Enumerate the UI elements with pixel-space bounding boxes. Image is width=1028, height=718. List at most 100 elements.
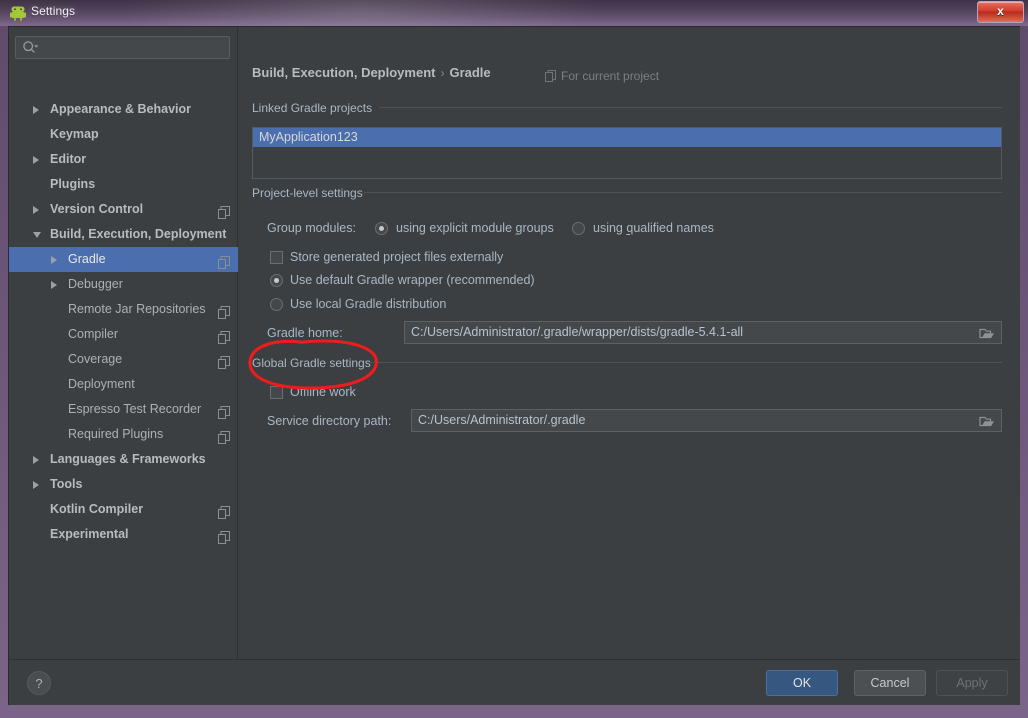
sidebar-item-editor[interactable]: Editor	[9, 147, 238, 172]
radio-default-gradle-wrapper[interactable]	[270, 274, 283, 287]
sidebar-item-keymap[interactable]: Keymap	[9, 122, 238, 147]
service-directory-label: Service directory path:	[267, 414, 392, 428]
chevron-right-icon[interactable]	[33, 456, 39, 464]
sidebar-item-label: Deployment	[68, 377, 135, 391]
close-icon[interactable]: x	[977, 1, 1024, 23]
window-title: Settings	[31, 4, 76, 18]
label-part-pre: using	[593, 221, 627, 235]
project-badge-icon	[218, 253, 230, 269]
chevron-right-icon[interactable]	[33, 481, 39, 489]
sidebar-item-coverage[interactable]: Coverage	[9, 347, 238, 372]
sidebar-item-label: Required Plugins	[68, 427, 164, 441]
sidebar-item-label: Remote Jar Repositories	[68, 302, 206, 316]
sidebar-item-label: Coverage	[68, 352, 123, 366]
gradle-home-value: C:/Users/Administrator/.gradle/wrapper/d…	[411, 325, 744, 339]
sidebar-item-espresso-test-recorder[interactable]: Espresso Test Recorder	[9, 397, 238, 422]
project-badge-icon	[218, 503, 230, 519]
label-using-qualified-names: using qualified names	[593, 221, 714, 235]
sidebar-item-label: Compiler	[68, 327, 119, 341]
project-badge-icon	[218, 303, 230, 319]
breadcrumb-separator: ›	[440, 66, 445, 80]
label-local-gradle-distribution: Use local Gradle distribution	[290, 297, 447, 311]
project-badge-icon	[218, 428, 230, 444]
sidebar-item-label: Version Control	[50, 202, 144, 216]
gradle-home-label: Gradle home:	[267, 326, 343, 340]
radio-using-qualified-names[interactable]	[572, 222, 585, 235]
project-badge-icon	[218, 403, 230, 419]
chevron-down-icon[interactable]	[33, 232, 41, 238]
for-current-project-label: For current project	[545, 69, 659, 85]
store-generated-files-checkbox[interactable]	[270, 251, 283, 264]
search-box	[15, 36, 230, 59]
settings-tree[interactable]: Appearance & Behavior Keymap Editor Plugins…	[9, 97, 238, 652]
project-level-rule	[364, 192, 1002, 193]
sidebar-item-gradle[interactable]: Gradle	[9, 247, 238, 272]
project-badge-icon	[218, 528, 230, 544]
sidebar-item-deployment[interactable]: Deployment	[9, 372, 238, 397]
window-frame: Settings x Appearance & Behavior Keymap …	[0, 0, 1028, 718]
dialog-body: Appearance & Behavior Keymap Editor Plugins…	[8, 26, 1020, 705]
label-part-post: ualified names	[633, 221, 714, 235]
project-badge-icon	[218, 328, 230, 344]
offline-work-label: Offline work	[290, 385, 356, 399]
settings-dialog-window: Settings x Appearance & Behavior Keymap …	[0, 0, 1028, 718]
linked-projects-list[interactable]: MyApplication123	[252, 127, 1002, 179]
chevron-right-icon[interactable]	[33, 206, 39, 214]
chevron-right-icon[interactable]	[51, 281, 57, 289]
label-using-explicit-module-groups: using explicit module groups	[396, 221, 554, 235]
sidebar-item-label: Languages & Frameworks	[50, 452, 206, 466]
sidebar-item-debugger[interactable]: Debugger	[9, 272, 238, 297]
sidebar-item-label: Plugins	[50, 177, 96, 191]
service-directory-value: C:/Users/Administrator/.gradle	[418, 413, 586, 427]
sidebar-item-label: Keymap	[50, 127, 99, 141]
sidebar-item-experimental[interactable]: Experimental	[9, 522, 238, 547]
folder-browse-icon[interactable]	[979, 326, 995, 340]
project-level-settings-header: Project-level settings	[252, 186, 363, 200]
sidebar-item-tools[interactable]: Tools	[9, 472, 238, 497]
chevron-right-icon[interactable]	[51, 256, 57, 264]
gradle-home-field[interactable]: C:/Users/Administrator/.gradle/wrapper/d…	[404, 321, 1002, 344]
store-generated-files-label: Store generated project files externally	[290, 250, 504, 264]
offline-work-checkbox[interactable]	[270, 386, 283, 399]
breadcrumb-root[interactable]: Build, Execution, Deployment	[252, 65, 435, 80]
linked-projects-header: Linked Gradle projects	[252, 101, 373, 115]
project-badge-icon	[545, 70, 556, 85]
sidebar-item-label: Kotlin Compiler	[50, 502, 144, 516]
cancel-button[interactable]: Cancel	[854, 670, 926, 696]
global-settings-rule	[369, 362, 1002, 363]
radio-local-gradle-distribution[interactable]	[270, 298, 283, 311]
help-button[interactable]: ?	[27, 671, 51, 695]
group-modules-label: Group modules:	[267, 221, 356, 235]
for-current-project-text: For current project	[561, 69, 660, 83]
sidebar-item-label: Tools	[50, 477, 83, 491]
sidebar-item-label: Gradle	[68, 252, 106, 266]
apply-button[interactable]: Apply	[936, 670, 1008, 696]
sidebar-item-remote-jar-repositories[interactable]: Remote Jar Repositories	[9, 297, 238, 322]
global-settings-header: Global Gradle settings	[252, 356, 371, 370]
sidebar-item-version-control[interactable]: Version Control	[9, 197, 238, 222]
settings-sidebar: Appearance & Behavior Keymap Editor Plugins…	[9, 27, 238, 659]
sidebar-item-kotlin-compiler[interactable]: Kotlin Compiler	[9, 497, 238, 522]
breadcrumb-leaf: Gradle	[449, 65, 491, 80]
label-default-gradle-wrapper: Use default Gradle wrapper (recommended)	[290, 273, 535, 287]
ok-button[interactable]: OK	[766, 670, 838, 696]
sidebar-item-appearance-behavior[interactable]: Appearance & Behavior	[9, 97, 238, 122]
folder-browse-icon[interactable]	[979, 414, 995, 428]
radio-using-explicit-module-groups[interactable]	[375, 222, 388, 235]
settings-content-panel: Build, Execution, Deployment › Gradle For …	[239, 27, 1020, 659]
chevron-right-icon[interactable]	[33, 106, 39, 114]
sidebar-item-required-plugins[interactable]: Required Plugins	[9, 422, 238, 447]
label-part-pre: using explicit module	[396, 221, 516, 235]
chevron-right-icon[interactable]	[33, 156, 39, 164]
sidebar-item-languages-frameworks[interactable]: Languages & Frameworks	[9, 447, 238, 472]
search-input[interactable]	[15, 36, 230, 59]
title-bar: Settings x	[0, 0, 1028, 26]
sidebar-item-build-execution-deployment[interactable]: Build, Execution, Deployment	[9, 222, 238, 247]
list-item[interactable]: MyApplication123	[253, 128, 1001, 147]
sidebar-item-plugins[interactable]: Plugins	[9, 172, 238, 197]
sidebar-item-label: Editor	[50, 152, 87, 166]
project-badge-icon	[218, 353, 230, 369]
breadcrumb: Build, Execution, Deployment › Gradle	[252, 65, 491, 80]
sidebar-item-compiler[interactable]: Compiler	[9, 322, 238, 347]
service-directory-field[interactable]: C:/Users/Administrator/.gradle	[411, 409, 1002, 432]
